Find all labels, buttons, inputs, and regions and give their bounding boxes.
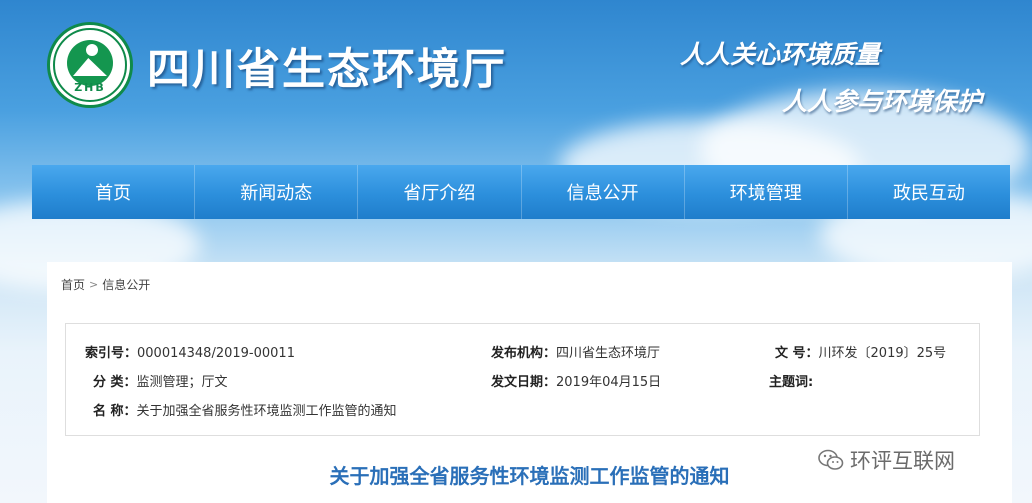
logo-emblem-icon: ZHB [53,28,127,102]
site-header: ZHB 四川省生态环境厅 人人关心环境质量 人人参与环境保护 [0,0,1032,165]
nav-item-news[interactable]: 新闻动态 [195,165,359,219]
date-field: 发文日期：2019年04月15日 [491,371,661,390]
category-value: 监测管理；厅文 [136,375,228,390]
index-value: 000014348/2019-00011 [137,346,295,361]
breadcrumb-current[interactable]: 信息公开 [102,276,150,293]
slogan-2: 人人参与环境保护 [782,87,983,116]
category-field: 分 类：监测管理；厅文 [93,371,228,390]
index-field: 索引号：000014348/2019-00011 [85,342,295,361]
slogan-1: 人人关心环境质量 [680,40,881,69]
breadcrumb-home[interactable]: 首页 [61,276,85,293]
nav-item-environment-management[interactable]: 环境管理 [685,165,848,219]
name-field: 名 称：关于加强全省服务性环境监测工作监管的通知 [93,400,397,419]
breadcrumb-separator-icon: > [89,278,99,291]
date-label: 发文日期： [491,375,557,390]
logo-text: ZHB [74,81,106,94]
wechat-icon [818,449,844,470]
publisher-field: 发布机构：四川省生态环境厅 [491,342,660,361]
nav-item-interaction[interactable]: 政民互动 [848,165,1010,219]
document-info-box: 索引号：000014348/2019-00011 发布机构：四川省生态环境厅 文… [65,323,980,436]
publisher-label: 发布机构： [491,346,557,361]
watermark-text: 环评互联网 [850,449,955,473]
nav-item-home[interactable]: 首页 [32,165,196,219]
index-label: 索引号： [85,346,138,361]
nav-item-info-disclosure[interactable]: 信息公开 [522,165,685,219]
category-label: 分 类： [93,375,137,390]
name-label: 名 称： [93,404,137,419]
site-title: 四川省生态环境厅 [147,45,507,95]
watermark: 环评互联网 [818,445,955,475]
nav-item-about[interactable]: 省厅介绍 [358,165,522,219]
docno-label: 文 号： [775,346,819,361]
name-value: 关于加强全省服务性环境监测工作监管的通知 [136,404,397,419]
main-nav: 首页 新闻动态 省厅介绍 信息公开 环境管理 政民互动 [32,165,1010,219]
docno-value: 川环发〔2019〕25号 [818,346,947,361]
site-logo[interactable]: ZHB [47,22,133,108]
docno-field: 文 号：川环发〔2019〕25号 [775,342,946,361]
publisher-value: 四川省生态环境厅 [556,346,661,361]
date-value: 2019年04月15日 [556,375,662,390]
subject-field: 主题词: [769,371,813,390]
breadcrumb: 首页 > 信息公开 [61,276,150,293]
subject-label: 主题词: [769,375,814,390]
